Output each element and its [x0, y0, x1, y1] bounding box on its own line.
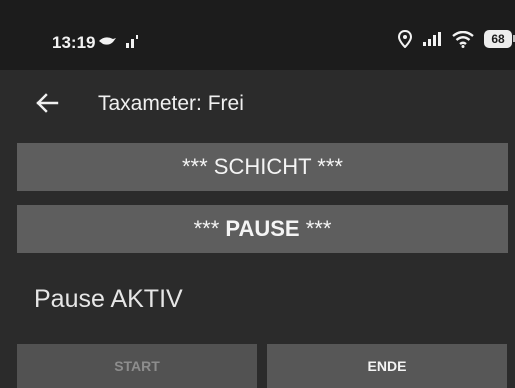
pause-button[interactable]: *** PAUSE ***: [17, 205, 508, 253]
network-signal-small-icon: [126, 35, 138, 48]
status-left-icons: [97, 33, 139, 49]
battery-indicator: 68: [484, 30, 515, 48]
back-arrow-icon[interactable]: [34, 90, 60, 116]
cell-signal-icon: [423, 32, 441, 46]
page-title: Taxameter: Frei: [98, 92, 244, 115]
schicht-button-label: *** SCHICHT ***: [182, 154, 343, 179]
pause-status-text: Pause AKTIV: [34, 285, 183, 313]
ende-button[interactable]: ENDE: [267, 344, 507, 388]
app-bar: Taxameter: Frei: [0, 70, 515, 136]
start-button-label: START: [114, 358, 160, 374]
battery-level: 68: [484, 30, 512, 48]
notification-bird-icon: [99, 37, 116, 45]
status-right-icons: 68: [398, 30, 515, 48]
pause-button-word: PAUSE: [225, 216, 300, 241]
status-bar: 13:19 68: [0, 0, 515, 70]
wifi-icon: [452, 30, 474, 48]
start-button[interactable]: START: [17, 344, 257, 388]
status-time: 13:19: [52, 33, 96, 52]
schicht-button[interactable]: *** SCHICHT ***: [17, 143, 508, 191]
location-icon: [398, 30, 412, 48]
pause-button-prefix: ***: [193, 216, 220, 241]
ende-button-label: ENDE: [367, 358, 407, 374]
pause-button-suffix: ***: [305, 216, 332, 241]
